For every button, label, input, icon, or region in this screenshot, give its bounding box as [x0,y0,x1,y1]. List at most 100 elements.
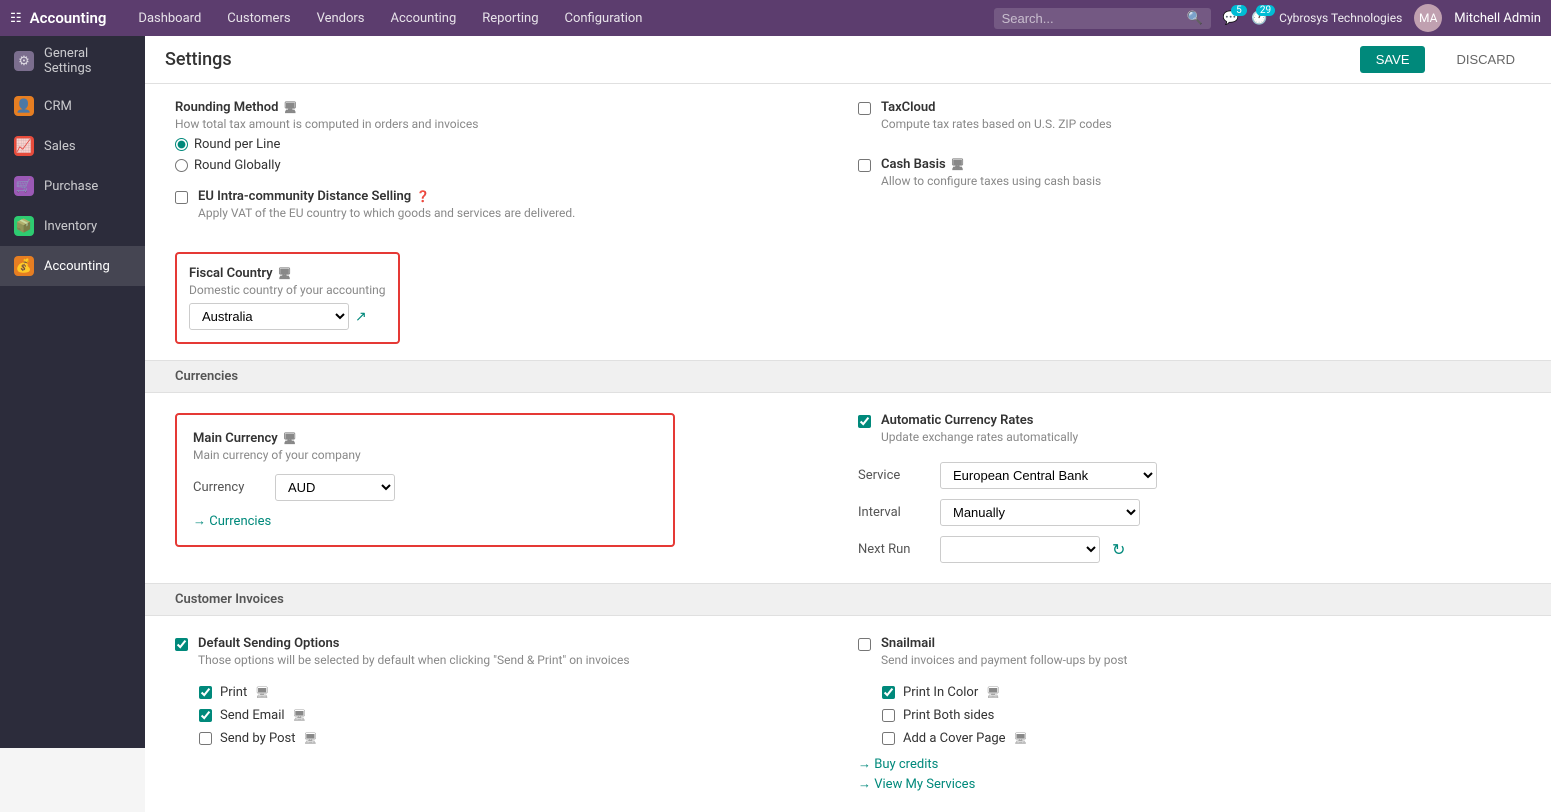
top-nav-links: Dashboard Customers Vendors Accounting R… [126,5,993,32]
print-both-sides-checkbox[interactable] [882,709,895,722]
default-sending-checkbox[interactable] [175,638,188,651]
nav-reporting[interactable]: Reporting [470,5,550,32]
activity-badge: 29 [1256,5,1275,16]
rounding-info-icon[interactable]: 🖥 [283,101,297,114]
nav-configuration[interactable]: Configuration [553,5,655,32]
sidebar-item-crm[interactable]: 👤 CRM [0,86,145,126]
taxcloud-desc: Compute tax rates based on U.S. ZIP code… [881,117,1112,131]
refresh-icon[interactable]: ↻ [1112,540,1125,559]
print-color-option: Print In Color 🖥 [882,685,1521,700]
nav-customers[interactable]: Customers [215,5,302,32]
fiscal-country-icon[interactable]: 🖥 [278,267,292,280]
activity-icon[interactable]: 🕐 29 [1251,11,1267,26]
round-globally-radio[interactable] [175,159,188,172]
next-run-label: Next Run [858,542,928,557]
snailmail-label: Snailmail [881,636,1127,651]
nav-vendors[interactable]: Vendors [305,5,377,32]
eu-intra-label-group: EU Intra-community Distance Selling ❓ Ap… [198,189,575,226]
rounding-desc: How total tax amount is computed in orde… [175,117,838,131]
auto-currency-col: Automatic Currency Rates Update exchange… [858,413,1521,563]
nav-accounting[interactable]: Accounting [379,5,469,32]
currency-select[interactable]: AUD USD EUR GBP [275,474,395,501]
post-icon[interactable]: 🖥 [303,732,317,745]
print-option: Print 🖥 [199,685,838,700]
general-settings-icon: ⚙ [14,51,34,71]
send-by-post-checkbox[interactable] [199,732,212,745]
taxcloud-checkbox[interactable] [858,102,871,115]
auto-currency-checkbox[interactable] [858,415,871,428]
cash-basis-label: Cash Basis 🖥 [881,157,1101,172]
currency-field-label: Currency [193,480,263,495]
next-run-select[interactable] [940,536,1100,563]
interval-row: Interval Manually Daily Weekly Monthly [858,499,1521,526]
fiscal-country-select[interactable]: Australia United States United Kingdom F… [189,303,349,330]
cash-basis-icon[interactable]: 🖥 [951,158,965,171]
sidebar: ⚙ General Settings 👤 CRM 📈 Sales 🛒 Purch… [0,36,145,748]
interval-select[interactable]: Manually Daily Weekly Monthly [940,499,1140,526]
view-my-services-link[interactable]: View My Services [858,777,975,792]
buy-credits-link[interactable]: Buy credits [858,757,938,772]
service-select[interactable]: European Central Bank International Mone… [940,462,1157,489]
round-globally-option[interactable]: Round Globally [175,158,838,173]
print-color-icon[interactable]: 🖥 [986,686,1000,699]
discard-button[interactable]: DISCARD [1440,46,1531,73]
user-avatar[interactable]: MA [1414,4,1442,32]
search-input[interactable] [1002,11,1182,26]
currencies-section-body: Main Currency 🖥 Main currency of your co… [145,393,1551,583]
fiscal-country-label: Fiscal Country 🖥 [189,266,386,281]
auto-currency-setting: Automatic Currency Rates Update exchange… [858,413,1521,450]
fiscal-country-desc: Domestic country of your accounting [189,283,386,297]
main-currency-col: Main Currency 🖥 Main currency of your co… [175,413,838,563]
send-email-checkbox[interactable] [199,709,212,722]
fiscal-country-external-link[interactable]: ↗ [355,309,367,325]
save-button[interactable]: SAVE [1360,46,1426,73]
sidebar-item-label-inventory: Inventory [44,219,97,234]
eu-intra-checkbox[interactable] [175,191,188,204]
sidebar-item-purchase[interactable]: 🛒 Purchase [0,166,145,206]
snailmail-links: Buy credits View My Services [858,756,1521,792]
print-icon[interactable]: 🖥 [255,686,269,699]
sending-options-list: Print 🖥 Send Email 🖥 Send by Post 🖥 [199,685,838,746]
currencies-link[interactable]: Currencies [193,514,271,529]
sales-icon: 📈 [14,136,34,156]
send-by-post-option: Send by Post 🖥 [199,731,838,746]
messages-badge: 5 [1231,5,1247,16]
settings-header: Settings SAVE DISCARD [145,36,1551,84]
rates-form: Service European Central Bank Internatio… [858,462,1521,563]
snailmail-checkbox[interactable] [858,638,871,651]
sidebar-item-general[interactable]: ⚙ General Settings [0,36,145,86]
main-currency-label: Main Currency 🖥 [193,431,657,446]
invoices-grid: Default Sending Options Those options wi… [175,636,1521,792]
settings-content: Rounding Method 🖥 How total tax amount i… [145,84,1551,812]
cash-basis-checkbox[interactable] [858,159,871,172]
sidebar-item-sales[interactable]: 📈 Sales [0,126,145,166]
rounding-label: Rounding Method 🖥 [175,100,838,115]
sidebar-item-inventory[interactable]: 📦 Inventory [0,206,145,246]
auto-currency-label: Automatic Currency Rates [881,413,1078,428]
sidebar-item-accounting[interactable]: 💰 Accounting [0,246,145,286]
cash-basis-setting: Cash Basis 🖥 Allow to configure taxes us… [858,157,1521,194]
email-icon[interactable]: 🖥 [293,709,307,722]
cover-page-icon[interactable]: 🖥 [1014,732,1028,745]
app-grid-icon[interactable]: ☷ [10,11,22,26]
inventory-icon: 📦 [14,216,34,236]
rounding-method-setting: Rounding Method 🖥 How total tax amount i… [175,100,838,344]
company-name: Cybrosys Technologies [1279,11,1402,25]
round-per-line-radio[interactable] [175,138,188,151]
auto-currency-label-group: Automatic Currency Rates Update exchange… [881,413,1078,450]
main-currency-icon[interactable]: 🖥 [283,432,297,445]
print-color-checkbox[interactable] [882,686,895,699]
cash-basis-desc: Allow to configure taxes using cash basi… [881,174,1101,188]
messages-icon[interactable]: 💬 5 [1223,11,1239,26]
search-box: 🔍 [994,8,1211,29]
print-checkbox[interactable] [199,686,212,699]
round-per-line-option[interactable]: Round per Line [175,137,838,152]
default-sending-col: Default Sending Options Those options wi… [175,636,838,792]
add-cover-page-checkbox[interactable] [882,732,895,745]
app-brand: Accounting [30,9,107,27]
eu-intra-help-icon[interactable]: ❓ [416,190,430,203]
snailmail-label-group: Snailmail Send invoices and payment foll… [881,636,1127,673]
nav-dashboard[interactable]: Dashboard [126,5,213,32]
main-content: Settings SAVE DISCARD Rounding Method 🖥 … [145,36,1551,812]
crm-icon: 👤 [14,96,34,116]
